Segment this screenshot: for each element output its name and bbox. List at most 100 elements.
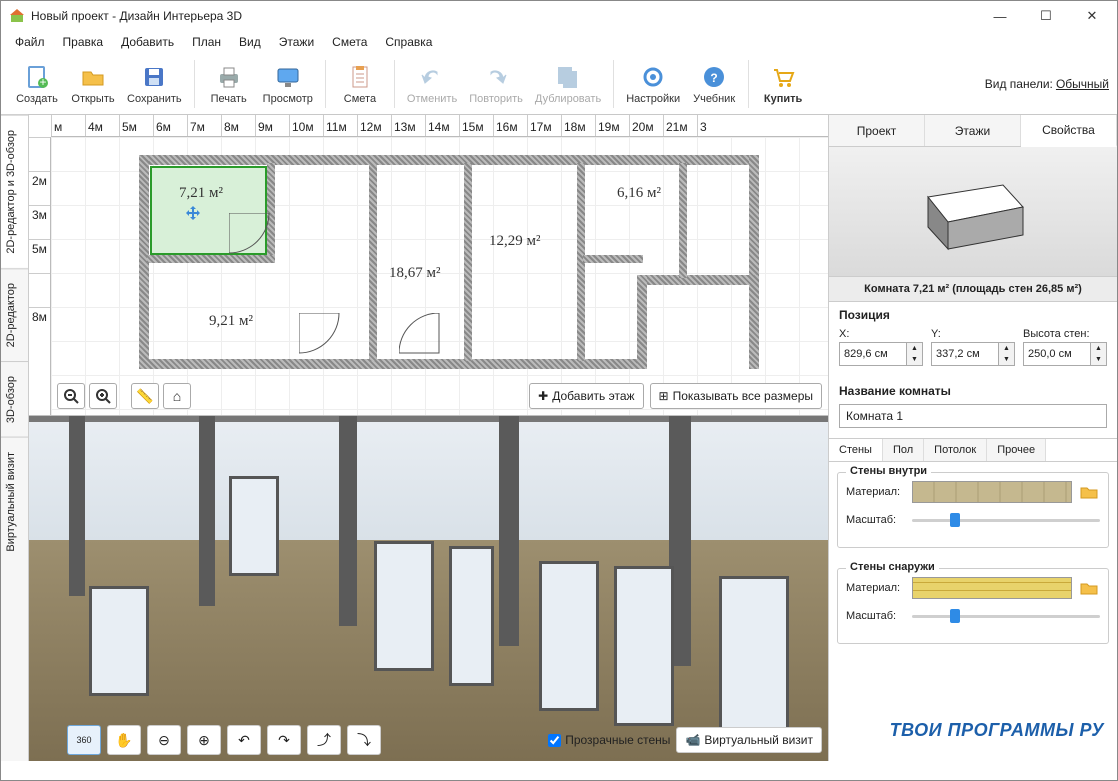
redo-button[interactable]: Повторить <box>463 56 529 112</box>
orbit-button[interactable]: 360 <box>67 725 101 755</box>
panel-mode: Вид панели: Обычный <box>985 77 1109 91</box>
scale-inside-slider[interactable] <box>912 511 1100 529</box>
menu-add[interactable]: Добавить <box>113 33 182 51</box>
close-button[interactable]: ✕ <box>1069 1 1115 31</box>
rotate-right-button[interactable]: ↷ <box>267 725 301 755</box>
browse-material-outside[interactable] <box>1078 577 1100 599</box>
app-icon <box>9 8 25 24</box>
transparent-walls-checkbox[interactable]: Прозрачные стены <box>548 733 670 747</box>
virtual-visit-button[interactable]: 📹Виртуальный визит <box>676 727 822 753</box>
gear-icon <box>639 63 667 91</box>
menu-view[interactable]: Вид <box>231 33 269 51</box>
tilt-up-button[interactable]: ⤴ <box>307 725 341 755</box>
rotate-left-button[interactable]: ↶ <box>227 725 261 755</box>
duplicate-icon <box>554 63 582 91</box>
menu-help[interactable]: Справка <box>377 33 440 51</box>
home-button[interactable]: ⌂ <box>163 383 191 409</box>
zoom-out-3d-button[interactable]: ⊖ <box>147 725 181 755</box>
tab-2d[interactable]: 2D-редактор <box>1 268 28 361</box>
save-icon <box>140 63 168 91</box>
tab-floors[interactable]: Этажи <box>925 115 1021 146</box>
x-input[interactable]: ▲▼ <box>839 342 923 366</box>
print-button[interactable]: Печать <box>201 56 257 112</box>
main-area: м4м5м6м7м8м9м10м11м12м13м14м15м16м17м18м… <box>29 115 829 761</box>
open-button[interactable]: Открыть <box>65 56 121 112</box>
undo-button[interactable]: Отменить <box>401 56 463 112</box>
subtab-other[interactable]: Прочее <box>987 439 1046 461</box>
pan-button[interactable]: ✋ <box>107 725 141 755</box>
save-button[interactable]: Сохранить <box>121 56 188 112</box>
walls-inside-group: Стены внутри Материал: Масштаб: <box>837 472 1109 548</box>
surface-tabs: Стены Пол Потолок Прочее <box>829 438 1117 462</box>
create-button[interactable]: + Создать <box>9 56 65 112</box>
zoom-in-3d-button[interactable]: ⊕ <box>187 725 221 755</box>
material-inside-swatch[interactable] <box>912 481 1072 503</box>
tab-properties[interactable]: Свойства <box>1021 115 1117 147</box>
zoom-in-button[interactable] <box>89 383 117 409</box>
view-3d[interactable]: 360 ✋ ⊖ ⊕ ↶ ↷ ⤴ ⤵ Прозрачные стены 📹Вирт… <box>29 415 828 761</box>
preview-button[interactable]: Просмотр <box>257 56 319 112</box>
tab-2d-3d[interactable]: 2D-редактор и 3D-обзор <box>1 115 28 268</box>
subtab-floor[interactable]: Пол <box>883 439 924 461</box>
view3d-toolbar: 360 ✋ ⊖ ⊕ ↶ ↷ ⤴ ⤵ Прозрачные стены 📹Вирт… <box>67 725 822 755</box>
subtab-walls[interactable]: Стены <box>829 439 883 461</box>
properties-panel: Проект Этажи Свойства Комната 7,21 м² (п… <box>829 115 1117 761</box>
show-dims-button[interactable]: ⊞Показывать все размеры <box>650 383 822 409</box>
maximize-button[interactable]: ☐ <box>1023 1 1069 31</box>
folder-open-icon <box>79 63 107 91</box>
estimate-button[interactable]: Смета <box>332 56 388 112</box>
menubar: Файл Правка Добавить План Вид Этажи Смет… <box>1 31 1117 53</box>
menu-edit[interactable]: Правка <box>55 33 112 51</box>
undo-icon <box>418 63 446 91</box>
room-label: 18,67 м² <box>389 265 441 282</box>
tilt-down-button[interactable]: ⤵ <box>347 725 381 755</box>
menu-plan[interactable]: План <box>184 33 229 51</box>
floorplan[interactable]: 7,21 м² 6,16 м² 12,29 м² 18,67 м² 9,21 м… <box>139 155 759 395</box>
measure-button[interactable]: 📏 <box>131 383 159 409</box>
duplicate-button[interactable]: Дублировать <box>529 56 607 112</box>
menu-estimate[interactable]: Смета <box>324 33 375 51</box>
window-title: Новый проект - Дизайн Интерьера 3D <box>31 9 977 23</box>
move-handle-icon[interactable] <box>184 205 202 223</box>
height-input[interactable]: ▲▼ <box>1023 342 1107 366</box>
tab-virtual[interactable]: Виртуальный визит <box>1 437 28 566</box>
plan-view[interactable]: м4м5м6м7м8м9м10м11м12м13м14м15м16м17м18м… <box>29 115 828 415</box>
room-info: Комната 7,21 м² (площадь стен 26,85 м²) <box>829 277 1117 302</box>
tutorial-button[interactable]: ? Учебник <box>686 56 742 112</box>
room-label: 7,21 м² <box>179 185 223 202</box>
cart-icon <box>769 63 797 91</box>
minimize-button[interactable]: — <box>977 1 1023 31</box>
printer-icon <box>215 63 243 91</box>
svg-text:+: + <box>39 75 46 89</box>
workspace: 2D-редактор и 3D-обзор 2D-редактор 3D-об… <box>1 115 1117 761</box>
menu-floors[interactable]: Этажи <box>271 33 322 51</box>
redo-icon <box>482 63 510 91</box>
monitor-icon <box>274 63 302 91</box>
help-icon: ? <box>700 63 728 91</box>
zoom-out-button[interactable] <box>57 383 85 409</box>
position-section: Позиция X: ▲▼ Y: ▲▼ Высота стен: ▲▼ <box>829 302 1117 378</box>
settings-button[interactable]: Настройки <box>620 56 686 112</box>
panel-mode-link[interactable]: Обычный <box>1056 77 1109 91</box>
svg-text:?: ? <box>710 71 717 85</box>
tab-project[interactable]: Проект <box>829 115 925 146</box>
buy-button[interactable]: Купить <box>755 56 811 112</box>
tab-3d[interactable]: 3D-обзор <box>1 361 28 437</box>
y-input[interactable]: ▲▼ <box>931 342 1015 366</box>
toolbar: + Создать Открыть Сохранить Печать Просм… <box>1 53 1117 115</box>
document-new-icon: + <box>23 63 51 91</box>
plan-zoom-tools: 📏 ⌂ <box>57 383 191 409</box>
room-name-input[interactable] <box>839 404 1107 428</box>
material-outside-swatch[interactable] <box>912 577 1072 599</box>
add-floor-button[interactable]: ✚Добавить этаж <box>529 383 643 409</box>
property-tabs: Проект Этажи Свойства <box>829 115 1117 147</box>
add-floor-icon: ✚ <box>538 389 548 403</box>
browse-material-inside[interactable] <box>1078 481 1100 503</box>
scale-outside-slider[interactable] <box>912 607 1100 625</box>
camera-icon: 📹 <box>685 733 700 747</box>
dims-icon: ⊞ <box>659 389 669 403</box>
menu-file[interactable]: Файл <box>7 33 53 51</box>
left-tabs: 2D-редактор и 3D-обзор 2D-редактор 3D-об… <box>1 115 29 761</box>
subtab-ceiling[interactable]: Потолок <box>924 439 987 461</box>
ruler-horizontal: м4м5м6м7м8м9м10м11м12м13м14м15м16м17м18м… <box>51 115 828 137</box>
